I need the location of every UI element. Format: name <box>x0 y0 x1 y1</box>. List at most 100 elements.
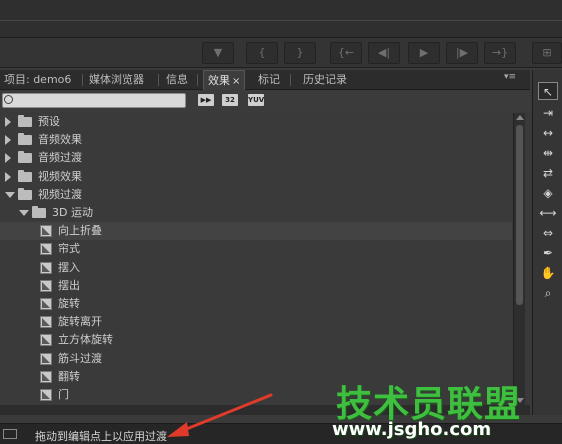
tree-effect-row[interactable]: 筋斗过渡 <box>0 350 512 368</box>
tab-markers[interactable]: 标记 <box>258 70 280 90</box>
tree-item-label: 音频效果 <box>38 133 82 147</box>
close-icon[interactable]: × <box>232 76 240 87</box>
tree-effect-row[interactable]: 门 <box>0 386 512 404</box>
transition-icon <box>40 243 52 256</box>
search-row: ▶▶ 32 YUV <box>0 90 530 112</box>
tree-folder-row[interactable]: 视频过渡 <box>0 186 512 204</box>
tree-item-label: 音频过渡 <box>38 151 82 165</box>
folder-icon <box>18 187 32 200</box>
slide-tool-icon[interactable]: ⇔ <box>538 224 558 242</box>
tree-item-label: 视频过渡 <box>38 187 82 201</box>
tree-effect-row[interactable]: 旋转离开 <box>0 313 512 331</box>
tree-effect-row[interactable]: 立方体旋转 <box>0 331 512 349</box>
expand-right-icon[interactable] <box>5 117 11 127</box>
tools-panel: ↖ ⇥ ↔ ⇹ ⇄ ◈ ⟷ ⇔ ✒ ✋ ⌕ <box>532 70 562 415</box>
expand-right-icon[interactable] <box>5 135 11 146</box>
transport-controls: ▼ { } {← ◀| ▶ |▶ →} ⊞ <box>0 38 562 68</box>
filter-32bit-button[interactable]: 32 <box>222 94 238 106</box>
tree-folder-row[interactable]: 视频效果 <box>0 168 512 186</box>
filter-yuv-button[interactable]: YUV <box>248 94 264 106</box>
tree-folder-row[interactable]: 音频过渡 <box>0 149 512 167</box>
accelerated-effects-icon[interactable]: ▶▶ <box>198 94 214 106</box>
transition-icon <box>40 298 52 310</box>
horizontal-scrollbar[interactable] <box>0 405 530 415</box>
ripple-edit-tool-icon[interactable]: ↔ <box>538 124 558 142</box>
folder-icon <box>18 169 32 182</box>
mark-out-button[interactable]: } <box>284 42 316 64</box>
scroll-up-icon[interactable] <box>516 115 524 120</box>
status-bar: 拖动到编辑点上以应用过渡 <box>0 423 562 444</box>
add-marker-button[interactable]: ▼ <box>202 42 234 64</box>
expand-down-icon[interactable] <box>19 210 29 216</box>
divider <box>0 20 562 21</box>
expand-right-icon[interactable] <box>5 171 11 182</box>
search-icon <box>4 95 13 104</box>
tree-item-label: 立方体旋转 <box>58 333 113 347</box>
tree-item-label: 帘式 <box>58 242 80 256</box>
tree-folder-row[interactable]: 音频效果 <box>0 131 512 149</box>
status-icon <box>3 429 17 439</box>
rolling-edit-tool-icon[interactable]: ⇹ <box>538 144 558 162</box>
tree-item-label: 门 <box>58 388 69 401</box>
tree-effect-row[interactable]: 翻转 <box>0 368 512 386</box>
folder-icon <box>18 151 32 164</box>
scroll-thumb[interactable] <box>516 125 523 305</box>
tree-effect-row[interactable]: 向上折叠 <box>0 222 512 241</box>
tree-item-label: 旋转离开 <box>58 315 102 329</box>
top-panel-band <box>0 0 562 38</box>
effects-tree: 预设音频效果音频过渡视频效果 视频过渡 3D 运动向上折叠帘式摆入 摆出旋转旋转离开立… <box>0 113 512 405</box>
tab-info[interactable]: 信息 <box>166 70 188 90</box>
folder-icon <box>18 133 32 146</box>
tree-effect-row[interactable]: 摆入 <box>0 259 512 277</box>
selection-tool-icon[interactable]: ↖ <box>538 82 558 100</box>
transition-icon <box>40 334 52 347</box>
track-select-tool-icon[interactable]: ⇥ <box>538 104 558 122</box>
pen-tool-icon[interactable]: ✒ <box>538 244 558 262</box>
panel-menu-icon[interactable]: ▾≡ <box>504 72 516 82</box>
hand-tool-icon[interactable]: ✋ <box>538 264 558 282</box>
tree-item-label: 向上折叠 <box>58 224 102 238</box>
mark-in-button[interactable]: { <box>246 42 278 64</box>
step-forward-button[interactable]: |▶ <box>446 42 478 64</box>
play-button[interactable]: ▶ <box>408 42 440 64</box>
rate-stretch-tool-icon[interactable]: ⇄ <box>538 164 558 182</box>
transition-icon <box>40 225 52 238</box>
razor-tool-icon[interactable]: ◈ <box>538 184 558 202</box>
tab-separator <box>158 74 159 86</box>
tree-folder-row[interactable]: 3D 运动 <box>0 204 512 222</box>
go-to-out-button[interactable]: →} <box>484 42 516 64</box>
go-to-in-button[interactable]: {← <box>330 42 362 64</box>
step-back-button[interactable]: ◀| <box>368 42 400 64</box>
transition-icon <box>40 261 52 274</box>
zoom-tool-icon[interactable]: ⌕ <box>538 284 558 302</box>
tab-separator <box>290 74 291 86</box>
panel-tab-bar: 项目: demo6 媒体浏览器 信息 效果 × 标记 历史记录 ▾≡ <box>0 70 530 90</box>
transition-icon <box>40 370 52 383</box>
expand-right-icon[interactable] <box>5 153 11 164</box>
vertical-scrollbar[interactable] <box>513 113 525 405</box>
expand-down-icon[interactable] <box>5 191 15 198</box>
tab-media-browser[interactable]: 媒体浏览器 <box>89 70 144 90</box>
slip-tool-icon[interactable]: ⟷ <box>538 204 558 222</box>
tree-effect-row[interactable]: 旋转 <box>0 295 512 313</box>
tab-project[interactable]: 项目: demo6 <box>4 70 71 90</box>
transition-icon <box>40 279 52 292</box>
transition-icon <box>40 316 52 329</box>
export-frame-button[interactable]: ⊞ <box>532 42 562 64</box>
folder-icon <box>18 115 32 127</box>
transition-icon <box>40 389 52 401</box>
transition-icon <box>40 352 52 365</box>
tab-effects[interactable]: 效果 × <box>203 70 246 90</box>
tree-effect-row[interactable]: 摆出 <box>0 277 512 295</box>
tab-history[interactable]: 历史记录 <box>303 70 347 90</box>
status-text: 拖动到编辑点上以应用过渡 <box>35 430 167 443</box>
tree-item-label: 预设 <box>38 115 60 128</box>
tab-effects-label: 效果 <box>208 74 230 87</box>
search-input[interactable] <box>2 93 186 108</box>
tree-item-label: 旋转 <box>58 297 80 310</box>
scroll-down-icon[interactable] <box>516 398 524 403</box>
premiere-effects-window: ▼ { } {← ◀| ▶ |▶ →} ⊞ 项目: demo6 媒体浏览器 信息… <box>0 0 562 444</box>
folder-icon <box>32 206 46 218</box>
tree-folder-row[interactable]: 预设 <box>0 113 512 131</box>
tree-effect-row[interactable]: 帘式 <box>0 240 512 258</box>
